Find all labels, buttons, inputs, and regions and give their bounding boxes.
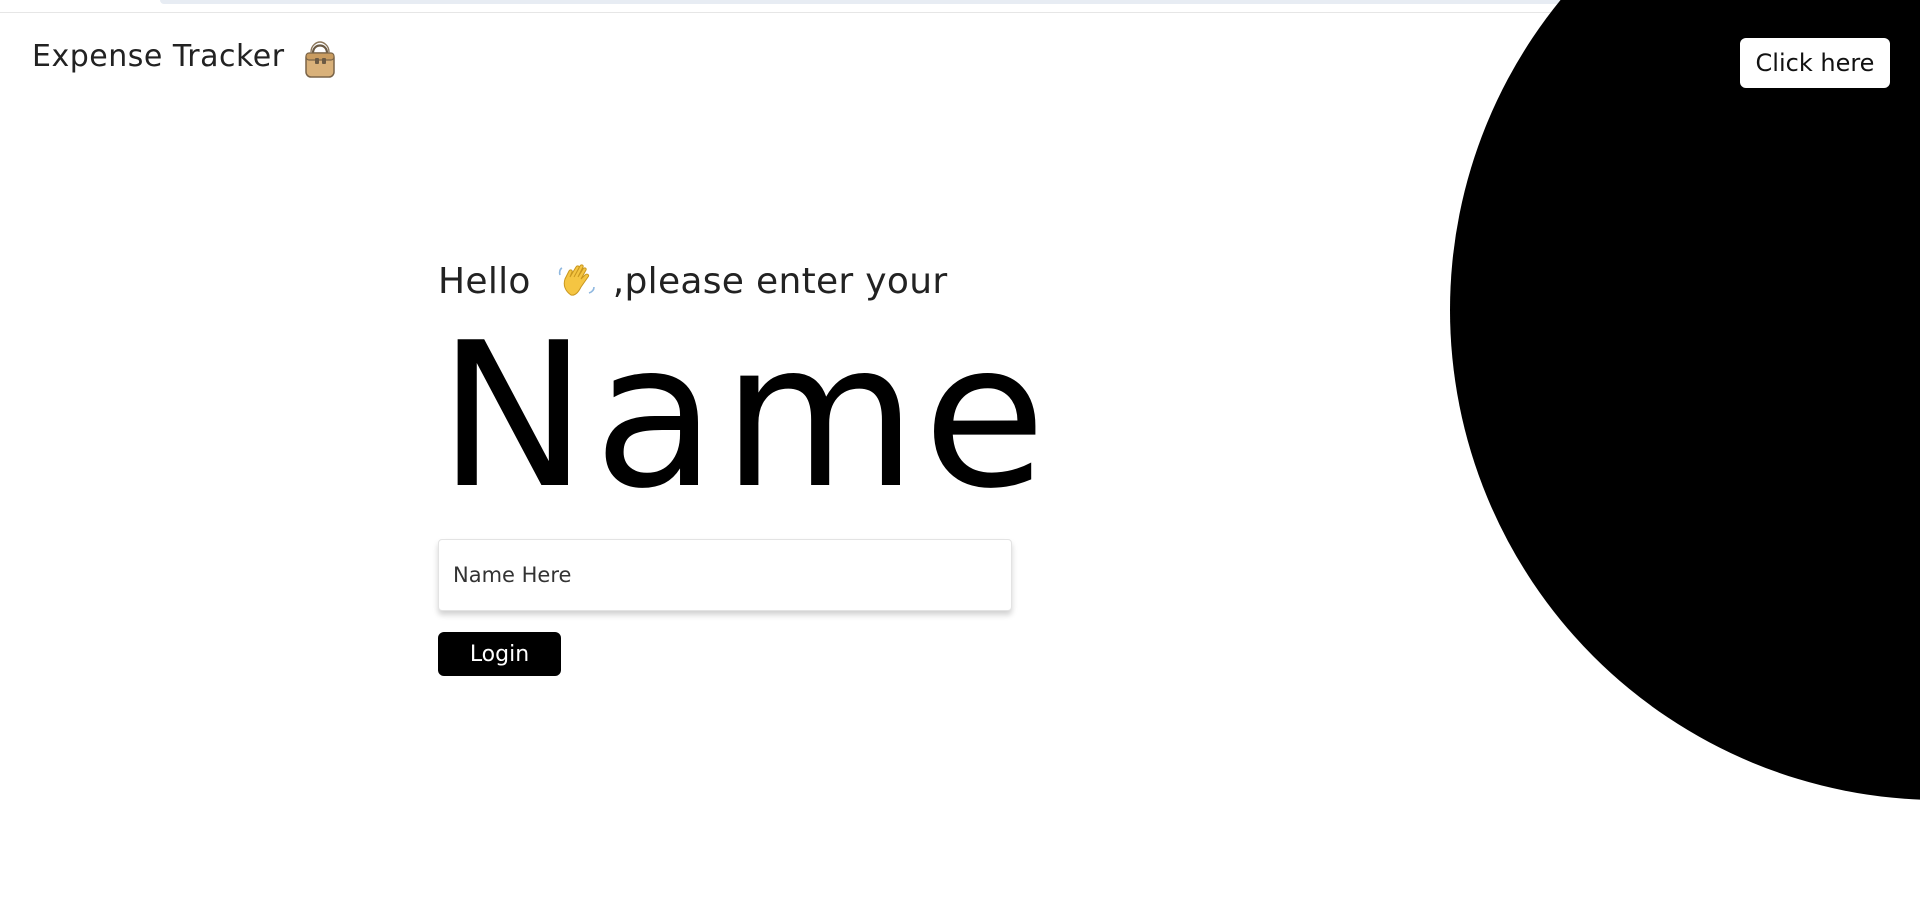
- greeting-line: Hello ,please enter your: [438, 256, 1038, 306]
- handbag-icon: [303, 39, 337, 79]
- name-input[interactable]: [438, 539, 1012, 611]
- greeting-rest: ,please enter your: [612, 260, 948, 302]
- login-button[interactable]: Login: [438, 632, 561, 676]
- brand-title: Expense Tracker: [32, 38, 285, 74]
- page: Expense Tracker Click here Hello ,please…: [0, 0, 1920, 914]
- big-title: Name: [438, 300, 1053, 533]
- address-bar-edge: [160, 0, 1740, 4]
- greeting-hello: Hello: [438, 260, 531, 302]
- click-here-button[interactable]: Click here: [1740, 38, 1890, 88]
- decorative-black-circle: [1450, 0, 1920, 800]
- brand: Expense Tracker: [32, 36, 337, 79]
- waving-hand-icon: [557, 261, 597, 301]
- login-hero: Hello ,please enter your Name: [438, 256, 1053, 533]
